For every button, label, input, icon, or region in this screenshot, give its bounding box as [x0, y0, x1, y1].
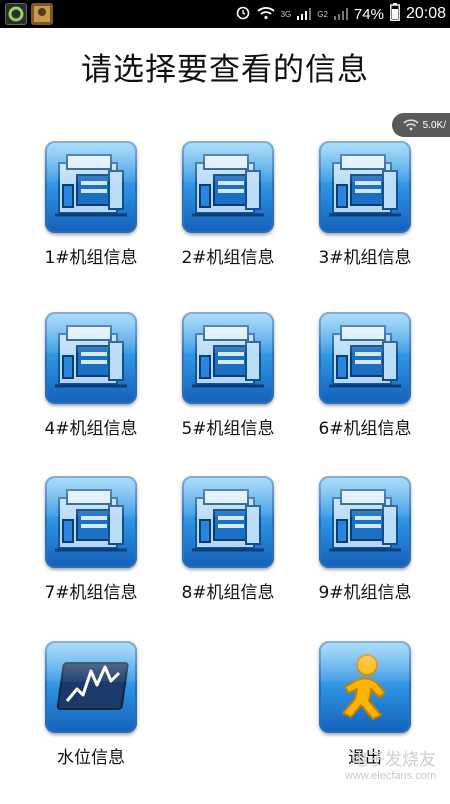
tile-label: 5#机组信息 — [181, 419, 275, 439]
battery-percent: 74% — [353, 5, 384, 23]
status-bar: 3G G2 74% 20:08 — [0, 0, 450, 28]
generator-unit-icon — [45, 141, 137, 233]
unit-8-info-button[interactable]: 8#机组信息 — [168, 476, 288, 603]
page-title: 请选择要查看的信息 — [81, 52, 369, 88]
generator-unit-icon — [182, 476, 274, 568]
generator-unit-icon — [182, 141, 274, 233]
exit-running-man-icon — [319, 641, 411, 733]
unit-6-info-button[interactable]: 6#机组信息 — [305, 312, 425, 439]
network-3g-label: 3G — [280, 9, 292, 19]
network-g2-label: G2 — [317, 9, 328, 19]
generator-unit-icon — [319, 141, 411, 233]
tile-label: 水位信息 — [57, 748, 125, 768]
tile-label: 4#机组信息 — [44, 419, 138, 439]
generator-unit-icon — [182, 312, 274, 404]
tile-label: 8#机组信息 — [181, 583, 275, 603]
tile-label: 3#机组信息 — [318, 248, 412, 268]
generator-unit-icon — [45, 476, 137, 568]
unit-9-info-button[interactable]: 9#机组信息 — [305, 476, 425, 603]
watermark: 电子发烧友 www.elecfans.com — [345, 745, 436, 782]
watermark-url: www.elecfans.com — [344, 770, 436, 782]
game-notification-icon — [31, 3, 53, 25]
signal-strength-icon — [297, 5, 312, 24]
water-level-info-button[interactable]: 水位信息 — [31, 641, 151, 768]
generator-unit-icon — [45, 312, 137, 404]
clock-time: 20:08 — [405, 5, 446, 22]
tile-label: 9#机组信息 — [318, 583, 412, 603]
signal-strength-2-icon — [333, 5, 348, 24]
watermark-brand: 电子发烧友 — [351, 750, 436, 770]
wifi-speed-icon — [403, 116, 419, 135]
wifi-icon — [256, 5, 275, 24]
network-speed-value: 5.0K/ — [422, 119, 446, 131]
unit-5-info-button[interactable]: 5#机组信息 — [168, 312, 288, 439]
tile-label: 2#机组信息 — [181, 248, 275, 268]
generator-unit-icon — [319, 312, 411, 404]
unit-7-info-button[interactable]: 7#机组信息 — [31, 476, 151, 603]
tile-label: 7#机组信息 — [44, 583, 138, 603]
unit-4-info-button[interactable]: 4#机组信息 — [31, 312, 151, 439]
unit-2-info-button[interactable]: 2#机组信息 — [168, 141, 288, 268]
alarm-clock-icon — [235, 4, 251, 24]
generator-unit-icon — [319, 476, 411, 568]
tile-label: 1#机组信息 — [44, 248, 138, 268]
tile-label: 6#机组信息 — [318, 419, 412, 439]
network-speed-indicator[interactable]: 5.0K/ — [392, 113, 450, 137]
water-level-chart-icon — [45, 641, 137, 733]
battery-icon — [390, 3, 400, 25]
app-notification-icon — [5, 3, 27, 25]
unit-1-info-button[interactable]: 1#机组信息 — [31, 141, 151, 268]
unit-3-info-button[interactable]: 3#机组信息 — [305, 141, 425, 268]
